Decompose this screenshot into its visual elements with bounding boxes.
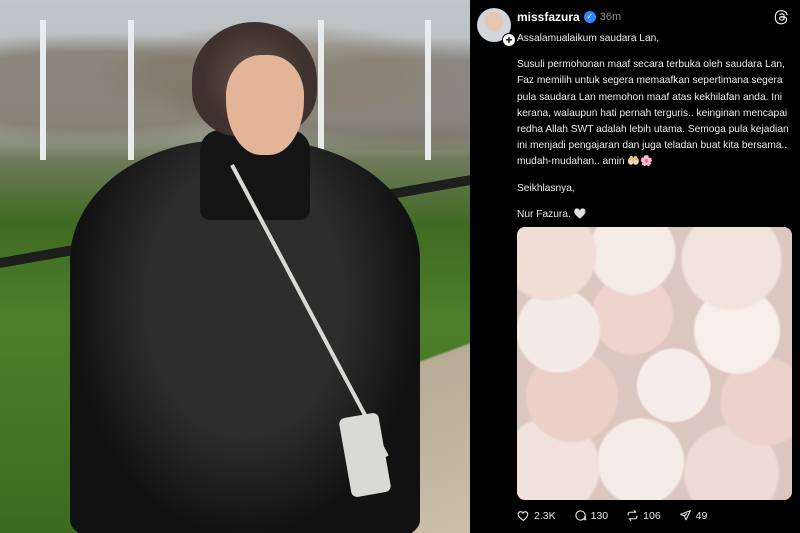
post-paragraph: Nur Fazura. 🤍	[517, 208, 587, 220]
share-icon	[679, 510, 691, 521]
heart-icon	[517, 511, 529, 522]
post-actions: 2.3K 130 106 49	[517, 509, 707, 522]
comment-count: 130	[590, 509, 609, 522]
post-header: missfazura ✓ 36m	[517, 10, 621, 24]
post-body: Assalamualaikum saudara Lan, Susuli perm…	[517, 31, 793, 233]
username[interactable]: missfazura	[517, 10, 580, 24]
share-button[interactable]: 49	[679, 509, 708, 522]
post-paragraph: Susuli permohonan maaf secara terbuka ol…	[517, 59, 789, 168]
face	[226, 55, 304, 155]
follow-plus-icon[interactable]: +	[502, 33, 516, 47]
comment-icon	[574, 510, 586, 521]
like-count: 2.3K	[534, 509, 556, 522]
comment-button[interactable]: 130	[574, 509, 609, 522]
repost-button[interactable]: 106	[626, 509, 661, 522]
lamp-post	[318, 20, 324, 160]
post-paragraph: Seikhlasnya,	[517, 182, 575, 194]
post-paragraph: Assalamualaikum saudara Lan,	[517, 33, 660, 44]
photo-panel	[0, 0, 470, 533]
post-image-roses[interactable]	[517, 227, 792, 500]
avatar[interactable]: +	[477, 8, 516, 47]
lamp-post	[40, 20, 46, 160]
threads-logo-icon[interactable]	[774, 9, 790, 25]
repost-icon	[627, 510, 638, 521]
like-button[interactable]: 2.3K	[517, 509, 556, 522]
threads-post: + missfazura ✓ 36m Assalamualaikum sauda…	[470, 0, 800, 533]
lamp-post	[425, 20, 431, 160]
share-count: 49	[695, 509, 708, 522]
lamp-post	[128, 20, 134, 160]
post-time: 36m	[599, 11, 622, 23]
verified-badge-icon: ✓	[583, 11, 596, 23]
repost-count: 106	[643, 509, 661, 522]
